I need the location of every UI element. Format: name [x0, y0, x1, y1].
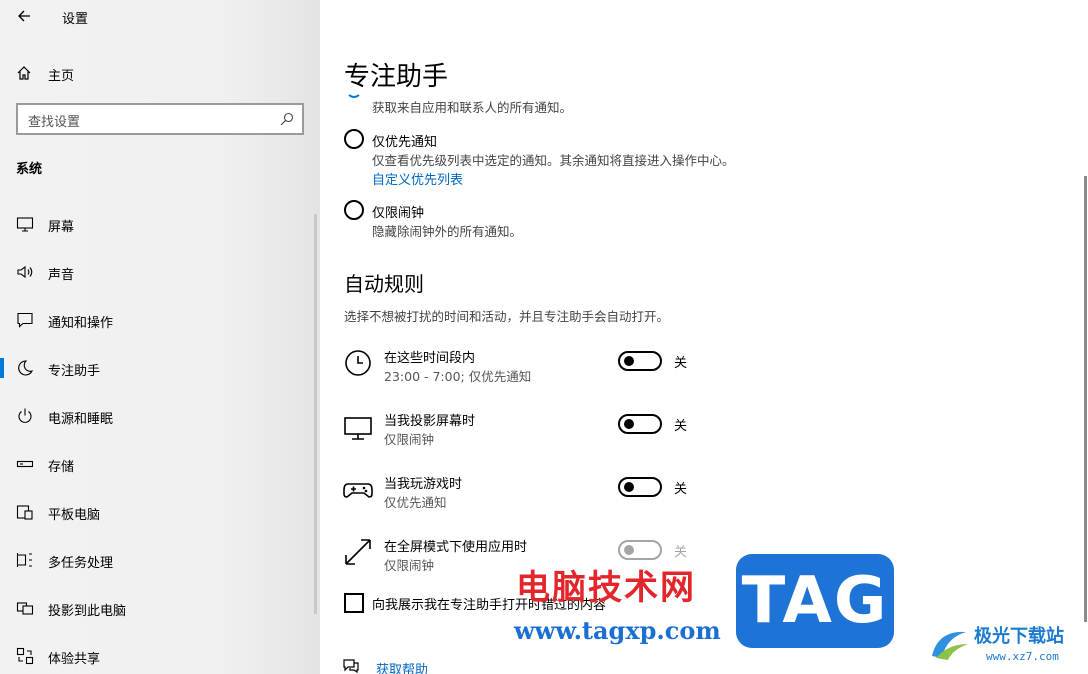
focus-assist-page: 专注助手 获取来自应用和联系人的所有通知。 仅优先通知 仅查看优先级列表中选定的…	[320, 0, 1088, 674]
priority-only-label[interactable]: 仅优先通知	[372, 131, 437, 150]
toggle-knob	[624, 545, 634, 555]
sidebar-item-focus-assist[interactable]: 专注助手	[0, 348, 320, 388]
sidebar-item-shared-experiences[interactable]: 体验共享	[0, 636, 320, 674]
missed-summary-checkbox[interactable]	[344, 593, 364, 613]
toggle-state-label: 关	[674, 419, 688, 434]
watermark-logo-url: www.xz7.com	[986, 650, 1059, 663]
clock-icon	[345, 350, 371, 376]
watermark-download-site-logo: 极光下载站 www.xz7.com	[928, 620, 1078, 670]
alarms-only-label[interactable]: 仅限闹钟	[372, 202, 424, 221]
back-arrow-icon	[18, 10, 30, 22]
toggle-knob	[624, 419, 634, 429]
alarms-only-description: 隐藏除闹钟外的所有通知。	[372, 224, 523, 239]
watermark-url: www.tagxp.com	[514, 616, 721, 645]
sidebar-item-label: 专注助手	[48, 364, 101, 379]
toggle-knob	[624, 356, 634, 366]
rule-subtitle: 仅优先通知	[384, 495, 447, 510]
rule-toggle[interactable]	[618, 540, 662, 560]
speaker-icon	[17, 265, 33, 279]
rule-toggle[interactable]	[618, 351, 662, 371]
sidebar-item-storage[interactable]: 存储	[0, 444, 320, 484]
priority-only-description: 仅查看优先级列表中选定的通知。其余通知将直接进入操作中心。	[372, 153, 735, 168]
radio-partial-off[interactable]	[346, 94, 362, 100]
rule-duplicating-display[interactable]: 当我投影屏幕时 仅限闹钟 关	[320, 410, 740, 460]
fullscreen-icon	[345, 539, 371, 565]
settings-sidebar: 设置 主页 查找设置 系统 屏幕 声音 通知和操作 专注助手 电源和睡眠 存储 …	[0, 0, 320, 674]
sidebar-item-sound[interactable]: 声音	[0, 252, 320, 292]
moon-icon	[18, 360, 34, 376]
automatic-rules-heading: 自动规则	[344, 272, 424, 296]
gamepad-icon	[343, 483, 373, 498]
sidebar-item-home[interactable]: 主页	[0, 56, 320, 90]
radio-alarms-only[interactable]	[344, 200, 364, 220]
sidebar-item-label: 主页	[48, 69, 75, 84]
tablet-icon	[16, 505, 33, 520]
sidebar-item-label: 投影到此电脑	[48, 604, 127, 619]
off-option-description: 获取来自应用和联系人的所有通知。	[372, 100, 573, 115]
watermark-logo-text: 极光下载站	[974, 626, 1064, 647]
project-icon	[16, 602, 34, 615]
multitask-icon	[16, 553, 32, 567]
main-scrollbar[interactable]	[1084, 176, 1087, 622]
sidebar-item-label: 屏幕	[48, 220, 75, 235]
rule-during-these-times[interactable]: 在这些时间段内 23:00 - 7:00; 仅优先通知 关	[320, 347, 740, 397]
rule-title: 在全屏模式下使用应用时	[384, 540, 528, 555]
sidebar-section-title: 系统	[16, 162, 43, 177]
watermark-tag-logo: TAG	[736, 554, 894, 648]
help-chat-icon	[343, 659, 359, 674]
selected-indicator	[0, 358, 4, 378]
sidebar-item-power[interactable]: 电源和睡眠	[0, 396, 320, 436]
sidebar-item-project[interactable]: 投影到此电脑	[0, 588, 320, 628]
sidebar-item-label: 平板电脑	[48, 508, 101, 523]
display-icon	[344, 417, 372, 440]
sidebar-item-label: 声音	[48, 268, 75, 283]
toggle-state-label: 关	[674, 545, 688, 560]
sidebar-item-notifications[interactable]: 通知和操作	[0, 300, 320, 340]
monitor-icon	[16, 217, 34, 232]
storage-icon	[16, 460, 34, 468]
rule-subtitle: 仅限闹钟	[384, 558, 435, 573]
watermark-tag-text: TAG	[741, 564, 889, 638]
toggle-knob	[624, 482, 634, 492]
rule-title: 当我玩游戏时	[384, 477, 463, 492]
sidebar-scrollbar[interactable]	[314, 214, 317, 614]
rule-subtitle: 23:00 - 7:00; 仅优先通知	[384, 369, 532, 384]
rule-subtitle: 仅限闹钟	[384, 432, 435, 447]
search-icon	[280, 112, 294, 126]
toggle-state-label: 关	[674, 356, 688, 371]
sidebar-item-label: 电源和睡眠	[48, 412, 114, 427]
aurora-logo-icon	[932, 631, 968, 660]
rule-toggle[interactable]	[618, 477, 662, 497]
customize-priority-list-link[interactable]: 自定义优先列表	[372, 169, 463, 188]
rule-toggle[interactable]	[618, 414, 662, 434]
sidebar-item-tablet[interactable]: 平板电脑	[0, 492, 320, 532]
watermark-site-name: 电脑技术网	[516, 568, 696, 608]
power-icon	[18, 408, 32, 423]
toggle-state-label: 关	[674, 482, 688, 497]
search-placeholder: 查找设置	[28, 115, 81, 130]
sidebar-item-label: 通知和操作	[48, 316, 114, 331]
rule-playing-game[interactable]: 当我玩游戏时 仅优先通知 关	[320, 473, 740, 523]
sidebar-item-display[interactable]: 屏幕	[0, 204, 320, 244]
sidebar-item-label: 存储	[48, 460, 75, 475]
notification-icon	[17, 312, 33, 328]
radio-priority-only[interactable]	[344, 129, 364, 149]
page-title: 专注助手	[344, 62, 449, 92]
home-icon	[17, 66, 31, 80]
automatic-rules-description: 选择不想被打扰的时间和活动，并且专注助手会自动打开。	[344, 309, 670, 324]
app-title: 设置	[62, 12, 89, 27]
sidebar-item-label: 多任务处理	[48, 556, 114, 571]
share-icon	[16, 647, 34, 665]
rule-title: 在这些时间段内	[384, 351, 476, 366]
search-input[interactable]: 查找设置	[16, 103, 304, 135]
rule-title: 当我投影屏幕时	[384, 414, 476, 429]
sidebar-item-label: 体验共享	[48, 652, 101, 667]
back-button[interactable]	[8, 2, 40, 30]
sidebar-item-multitasking[interactable]: 多任务处理	[0, 540, 320, 580]
title-bar: 设置	[0, 0, 320, 32]
get-help-link[interactable]: 获取帮助	[376, 659, 428, 674]
